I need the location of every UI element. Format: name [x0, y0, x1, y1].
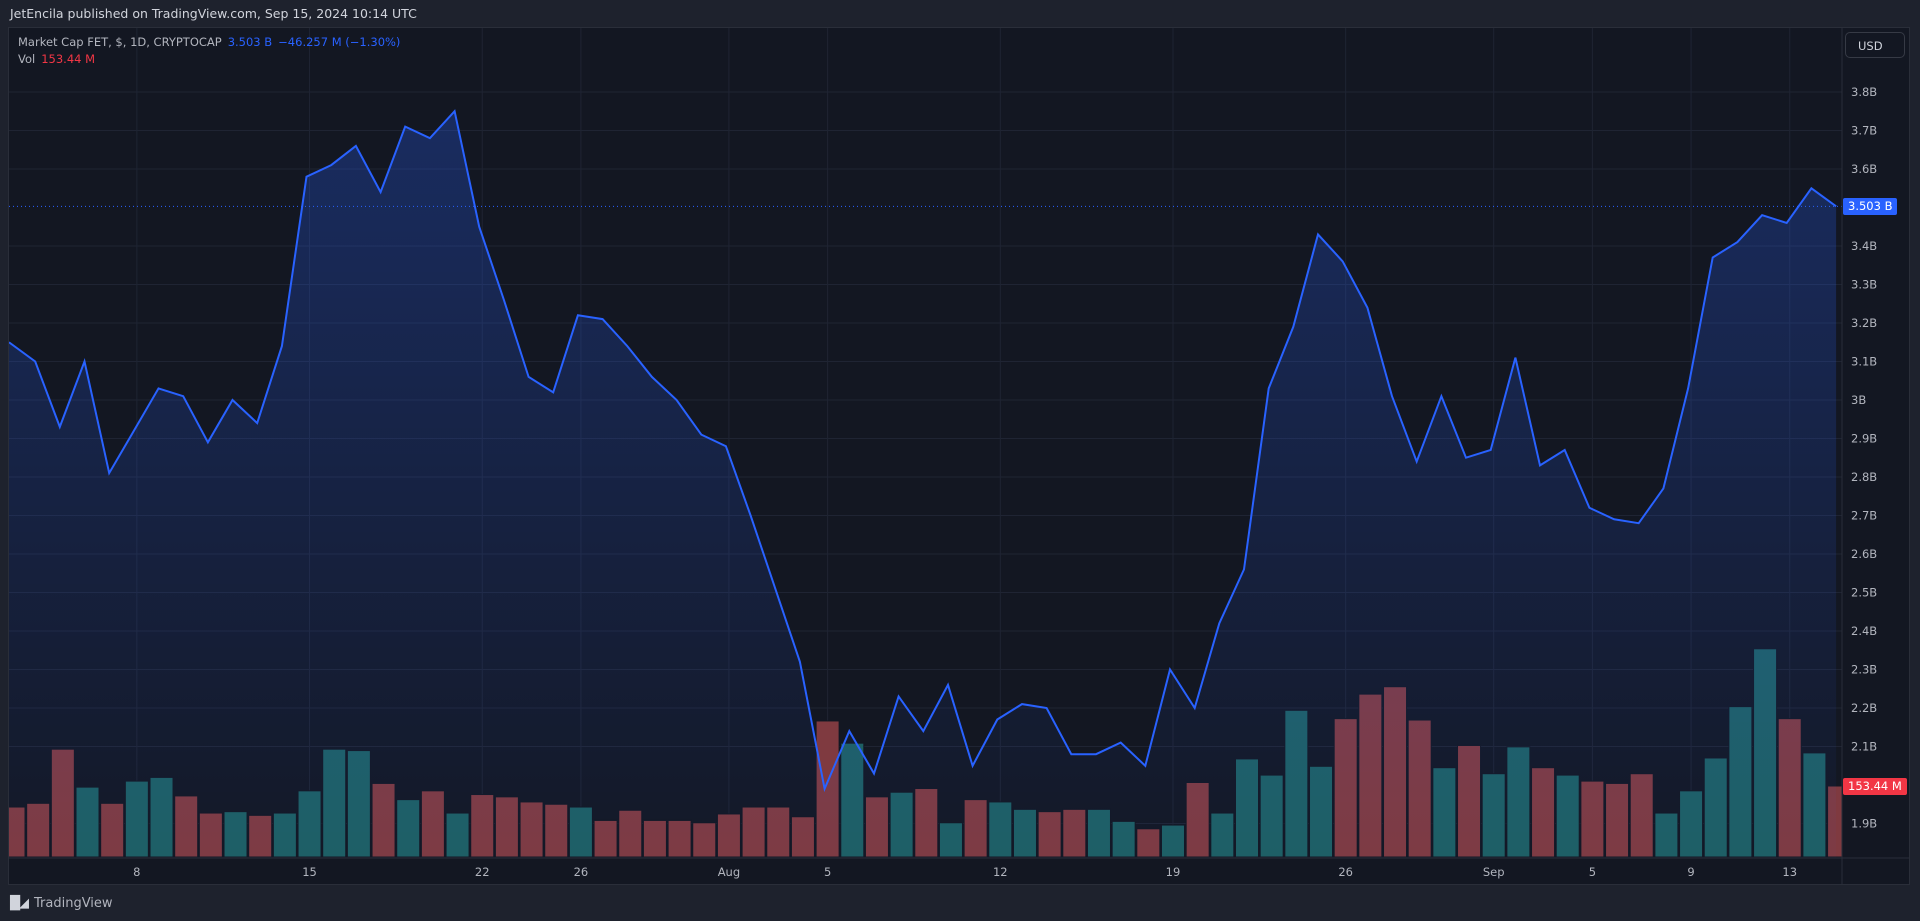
- legend-last-value: 3.503 B: [227, 35, 273, 49]
- volume-legend[interactable]: Vol 153.44 M: [18, 52, 95, 66]
- footer-brand[interactable]: █◢ TradingView: [10, 896, 113, 911]
- y-tick-label: 2.1B: [1851, 740, 1877, 754]
- y-tick-label: 3B: [1851, 393, 1866, 407]
- x-tick-label: 26: [574, 865, 589, 879]
- y-tick-label: 3.2B: [1851, 316, 1877, 330]
- x-tick-label: 12: [993, 865, 1008, 879]
- y-tick-label: 3.8B: [1851, 85, 1877, 99]
- brand-name: TradingView: [34, 896, 113, 911]
- y-tick-label: 2.6B: [1851, 547, 1877, 561]
- x-tick-label: 19: [1166, 865, 1181, 879]
- y-tick-label: 1.9B: [1851, 817, 1877, 831]
- y-tick-label: 2.4B: [1851, 624, 1877, 638]
- price-chart[interactable]: 3.8B 3.7B 3.6B 3.4B 3.3B 3.2B 3.1B 3B 2.9B 2.8B 2.…: [0, 0, 1920, 921]
- y-tick-label: 3.3B: [1851, 278, 1877, 292]
- x-tick-label: Aug: [718, 865, 740, 879]
- x-tick-label: 5: [1589, 865, 1596, 879]
- x-tick-label: 9: [1687, 865, 1694, 879]
- last-volume-tag: 153.44 M: [1843, 777, 1907, 795]
- y-tick-label: 3.1B: [1851, 355, 1877, 369]
- x-tick-label: Sep: [1483, 865, 1505, 879]
- y-tick-label: 2.2B: [1851, 701, 1877, 715]
- x-tick-label: 5: [824, 865, 831, 879]
- x-tick-label: 22: [475, 865, 490, 879]
- x-tick-label: 15: [302, 865, 317, 879]
- legend-change: −46.257 M (−1.30%): [278, 35, 401, 49]
- y-tick-label: 2.5B: [1851, 586, 1877, 600]
- series-legend[interactable]: Market Cap FET, $, 1D, CRYPTOCAP 3.503 B −…: [18, 35, 400, 49]
- tradingview-logo-icon: █◢: [10, 896, 29, 911]
- x-tick-label: 13: [1782, 865, 1797, 879]
- market-cap-area: [9, 111, 1837, 858]
- y-tick-label: 2.8B: [1851, 470, 1877, 484]
- legend-symbol: Market Cap FET, $, 1D, CRYPTOCAP: [18, 35, 222, 49]
- last-price-tag: 3.503 B: [1843, 197, 1898, 215]
- y-tick-label: 3.6B: [1851, 162, 1877, 176]
- market-cap-series: [9, 109, 1842, 858]
- currency-button[interactable]: USD: [1845, 32, 1905, 58]
- y-tick-label: 3.7B: [1851, 124, 1877, 138]
- volume-legend-label: Vol: [18, 52, 36, 66]
- y-tick-label: 2.3B: [1851, 663, 1877, 677]
- y-tick-label: 3.4B: [1851, 239, 1877, 253]
- x-tick-label: 8: [133, 865, 140, 879]
- y-tick-label: 2.7B: [1851, 509, 1877, 523]
- volume-legend-value: 153.44 M: [41, 52, 96, 66]
- y-tick-label: 2.9B: [1851, 432, 1877, 446]
- x-tick-label: 26: [1338, 865, 1353, 879]
